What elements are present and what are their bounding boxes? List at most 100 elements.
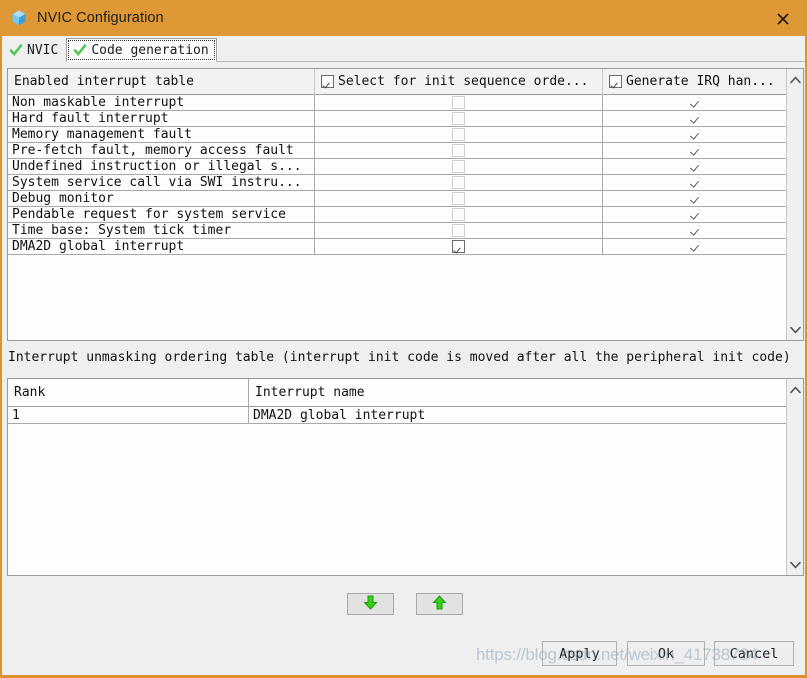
enabled-table-body: Non maskable interrupt Hard fault interru…	[8, 95, 803, 255]
generate-irq-checkbox[interactable]	[689, 144, 702, 157]
select-for-init-cell[interactable]	[314, 127, 602, 142]
table-row[interactable]: Non maskable interrupt	[8, 95, 803, 111]
enabled-table-scrollbar[interactable]	[786, 69, 803, 340]
window-title: NVIC Configuration	[37, 10, 164, 26]
tab-strip: NVIC Code generation	[2, 36, 805, 62]
generate-irq-cell[interactable]	[602, 223, 787, 238]
title-bar: NVIC Configuration	[0, 0, 807, 36]
interrupt-name-cell: Hard fault interrupt	[12, 111, 169, 126]
select-for-init-cell[interactable]	[314, 159, 602, 174]
generate-irq-header-checkbox[interactable]	[609, 75, 622, 88]
select-for-init-cell[interactable]	[314, 191, 602, 206]
table-row[interactable]: Debug monitor	[8, 191, 803, 207]
ordering-table-scrollbar[interactable]	[786, 379, 803, 575]
select-for-init-cell[interactable]	[314, 223, 602, 238]
interrupt-name-cell: Memory management fault	[12, 127, 193, 142]
interrupt-name-cell: DMA2D global interrupt	[12, 239, 185, 254]
interrupt-name-cell: Debug monitor	[12, 191, 114, 206]
ordering-table: Rank Interrupt name 1 DMA2D global interr…	[7, 378, 804, 576]
green-check-icon	[9, 43, 23, 57]
tab-code-generation-label: Code generation	[91, 42, 209, 58]
select-for-init-header-checkbox[interactable]	[321, 75, 334, 88]
generate-irq-checkbox[interactable]	[689, 224, 702, 237]
generate-irq-checkbox[interactable]	[689, 192, 702, 205]
table-row[interactable]: System service call via SWI instru...	[8, 175, 803, 191]
select-for-init-checkbox	[452, 112, 465, 125]
select-for-init-cell[interactable]	[314, 143, 602, 158]
generate-irq-checkbox[interactable]	[689, 240, 702, 253]
close-icon[interactable]	[773, 9, 793, 29]
interrupt-name-cell: System service call via SWI instru...	[12, 175, 302, 190]
ordering-table-caption: Interrupt unmasking ordering table (inte…	[8, 350, 791, 365]
move-up-button[interactable]	[416, 593, 463, 615]
interrupt-name-cell: Non maskable interrupt	[12, 95, 185, 110]
select-for-init-checkbox	[452, 96, 465, 109]
generate-irq-checkbox[interactable]	[689, 96, 702, 109]
interrupt-name-cell: DMA2D global interrupt	[248, 407, 782, 423]
ok-button[interactable]: Ok	[627, 641, 705, 666]
scroll-down-icon[interactable]	[787, 321, 803, 338]
green-check-icon	[73, 43, 87, 57]
select-for-init-checkbox[interactable]	[452, 240, 465, 253]
table-row[interactable]: Pre-fetch fault, memory access fault	[8, 143, 803, 159]
apply-button[interactable]: Apply	[542, 641, 617, 666]
select-for-init-checkbox	[452, 144, 465, 157]
generate-irq-cell[interactable]	[602, 95, 787, 110]
scroll-down-icon[interactable]	[787, 556, 803, 573]
scroll-up-icon[interactable]	[787, 71, 803, 88]
column-header-generate-irq-handler[interactable]: Generate IRQ han...	[602, 68, 787, 95]
scroll-up-icon[interactable]	[787, 381, 803, 398]
select-for-init-cell[interactable]	[314, 207, 602, 222]
select-for-init-checkbox	[452, 208, 465, 221]
generate-irq-checkbox[interactable]	[689, 160, 702, 173]
interrupt-name-cell: Pre-fetch fault, memory access fault	[12, 143, 294, 158]
select-for-init-checkbox	[452, 176, 465, 189]
tab-nvic-label: NVIC	[27, 42, 59, 58]
table-row[interactable]: Memory management fault	[8, 127, 803, 143]
generate-irq-cell[interactable]	[602, 175, 787, 190]
select-for-init-checkbox	[452, 192, 465, 205]
ordering-table-body: 1 DMA2D global interrupt	[8, 407, 803, 424]
nvic-configuration-window: NVIC Configuration NVIC Code generation	[0, 0, 807, 678]
generate-irq-cell[interactable]	[602, 127, 787, 142]
table-row[interactable]: DMA2D global interrupt	[8, 239, 803, 255]
column-header-select-for-init[interactable]: Select for init sequence orde...	[314, 68, 602, 95]
table-row[interactable]: Undefined instruction or illegal s...	[8, 159, 803, 175]
select-for-init-cell[interactable]	[314, 111, 602, 126]
generate-irq-cell[interactable]	[602, 143, 787, 158]
generate-irq-checkbox[interactable]	[689, 208, 702, 221]
table-row[interactable]: Time base: System tick timer	[8, 223, 803, 239]
generate-irq-checkbox[interactable]	[689, 128, 702, 141]
interrupt-name-cell: Pendable request for system service	[12, 207, 286, 222]
enabled-table-header: Enabled interrupt table Select for init …	[8, 68, 803, 95]
table-row[interactable]: Hard fault interrupt	[8, 111, 803, 127]
generate-irq-cell[interactable]	[602, 111, 787, 126]
select-for-init-checkbox	[452, 224, 465, 237]
select-for-init-checkbox	[452, 160, 465, 173]
generate-irq-cell[interactable]	[602, 191, 787, 206]
generate-irq-checkbox[interactable]	[689, 112, 702, 125]
cube-icon	[10, 9, 28, 27]
select-for-init-cell[interactable]	[314, 95, 602, 110]
generate-irq-cell[interactable]	[602, 159, 787, 174]
select-for-init-cell[interactable]	[314, 175, 602, 190]
list-item[interactable]: 1 DMA2D global interrupt	[8, 407, 803, 424]
select-for-init-checkbox	[452, 128, 465, 141]
generate-irq-cell[interactable]	[602, 239, 787, 254]
arrow-down-icon	[362, 594, 379, 615]
move-down-button[interactable]	[347, 593, 394, 615]
interrupt-name-cell: Time base: System tick timer	[12, 223, 232, 238]
generate-irq-cell[interactable]	[602, 207, 787, 222]
cancel-button[interactable]: Cancel	[714, 641, 794, 666]
select-for-init-cell[interactable]	[314, 239, 602, 254]
arrow-up-icon	[431, 594, 448, 615]
enabled-interrupt-table: Enabled interrupt table Select for init …	[7, 68, 804, 341]
column-header-interrupt-name[interactable]: Interrupt name	[248, 378, 782, 407]
tab-nvic[interactable]: NVIC	[2, 38, 67, 62]
column-header-enabled-interrupt-table[interactable]: Enabled interrupt table	[8, 69, 314, 95]
tab-code-generation[interactable]: Code generation	[66, 38, 217, 62]
interrupt-name-cell: Undefined instruction or illegal s...	[12, 159, 302, 174]
generate-irq-checkbox[interactable]	[689, 176, 702, 189]
column-header-rank[interactable]: Rank	[8, 379, 248, 407]
table-row[interactable]: Pendable request for system service	[8, 207, 803, 223]
